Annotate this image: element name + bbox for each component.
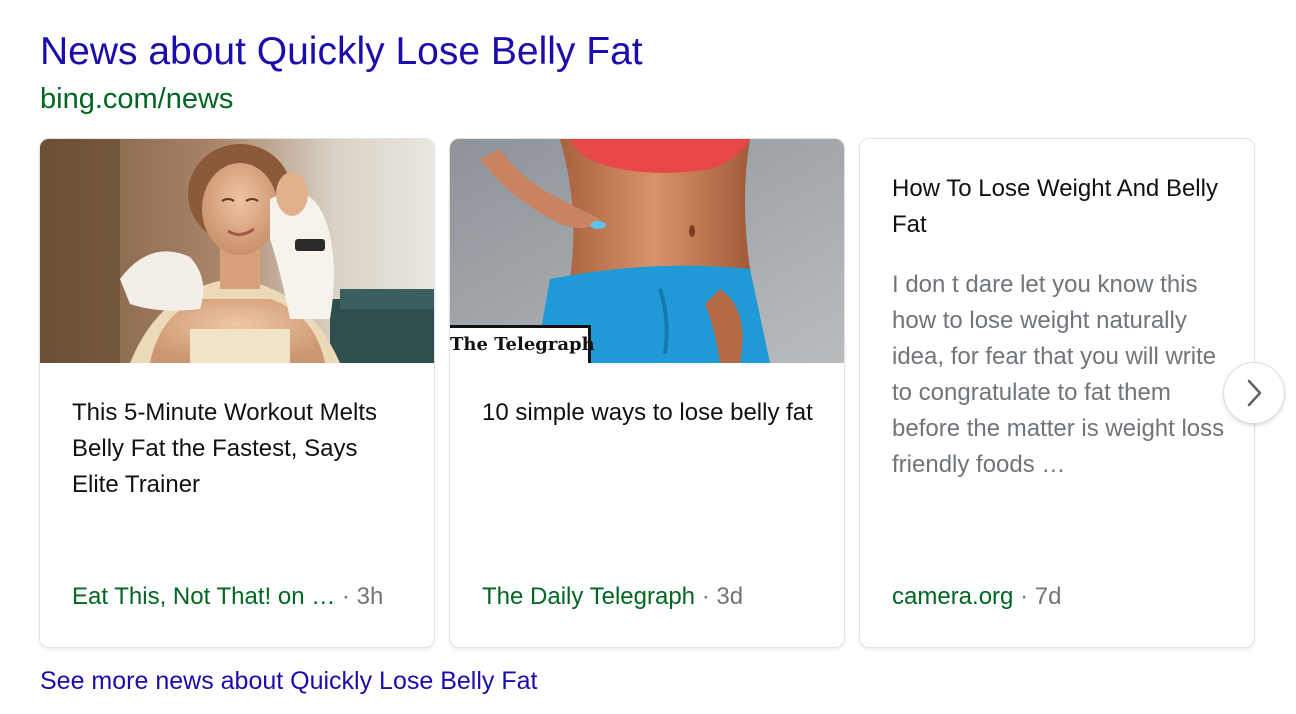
news-card-3-source: camera.org	[892, 583, 1014, 610]
news-card-3-headline[interactable]: How To Lose Weight And Belly Fat	[892, 171, 1230, 243]
news-card-1-source: Eat This, Not That! on …	[72, 583, 336, 610]
news-card-2-headline[interactable]: 10 simple ways to lose belly fat	[482, 395, 820, 431]
news-card-1-age: 3h	[356, 583, 384, 610]
carousel-next-button[interactable]	[1224, 363, 1284, 423]
telegraph-logo-badge: The Telegraph	[450, 325, 595, 363]
news-card-3-age: 7d	[1034, 583, 1062, 610]
news-card-2-age: 3d	[716, 583, 744, 610]
news-source-url: bing.com/news	[40, 83, 234, 115]
news-card-3-meta: camera.org · 7d	[892, 579, 1238, 615]
see-more-news-link[interactable]: See more news about Quickly Lose Belly F…	[40, 664, 537, 698]
news-card-1-headline[interactable]: This 5-Minute Workout Melts Belly Fat th…	[72, 395, 410, 503]
news-card-2-source: The Daily Telegraph	[482, 583, 696, 610]
news-card-2[interactable]: The Telegraph 10 simple ways to lose bel…	[450, 139, 844, 647]
news-card-1-meta: Eat This, Not That! on … · 3h	[72, 579, 418, 615]
news-card-3[interactable]: How To Lose Weight And Belly Fat I don t…	[860, 139, 1254, 647]
news-card-1-separator: ·	[341, 583, 350, 610]
news-card-3-separator: ·	[1020, 583, 1029, 610]
news-card-1[interactable]: This 5-Minute Workout Melts Belly Fat th…	[40, 139, 434, 647]
news-card-1-image[interactable]	[40, 139, 434, 363]
news-card-3-snippet: I don t dare let you know this how to lo…	[892, 271, 1225, 478]
news-card-2-separator: ·	[701, 583, 710, 610]
news-header-title-link[interactable]: News about Quickly Lose Belly Fat	[40, 28, 643, 76]
news-card-2-meta: The Daily Telegraph · 3d	[482, 579, 828, 615]
news-card-2-image[interactable]: The Telegraph	[450, 139, 844, 363]
chevron-right-icon	[1247, 379, 1262, 407]
